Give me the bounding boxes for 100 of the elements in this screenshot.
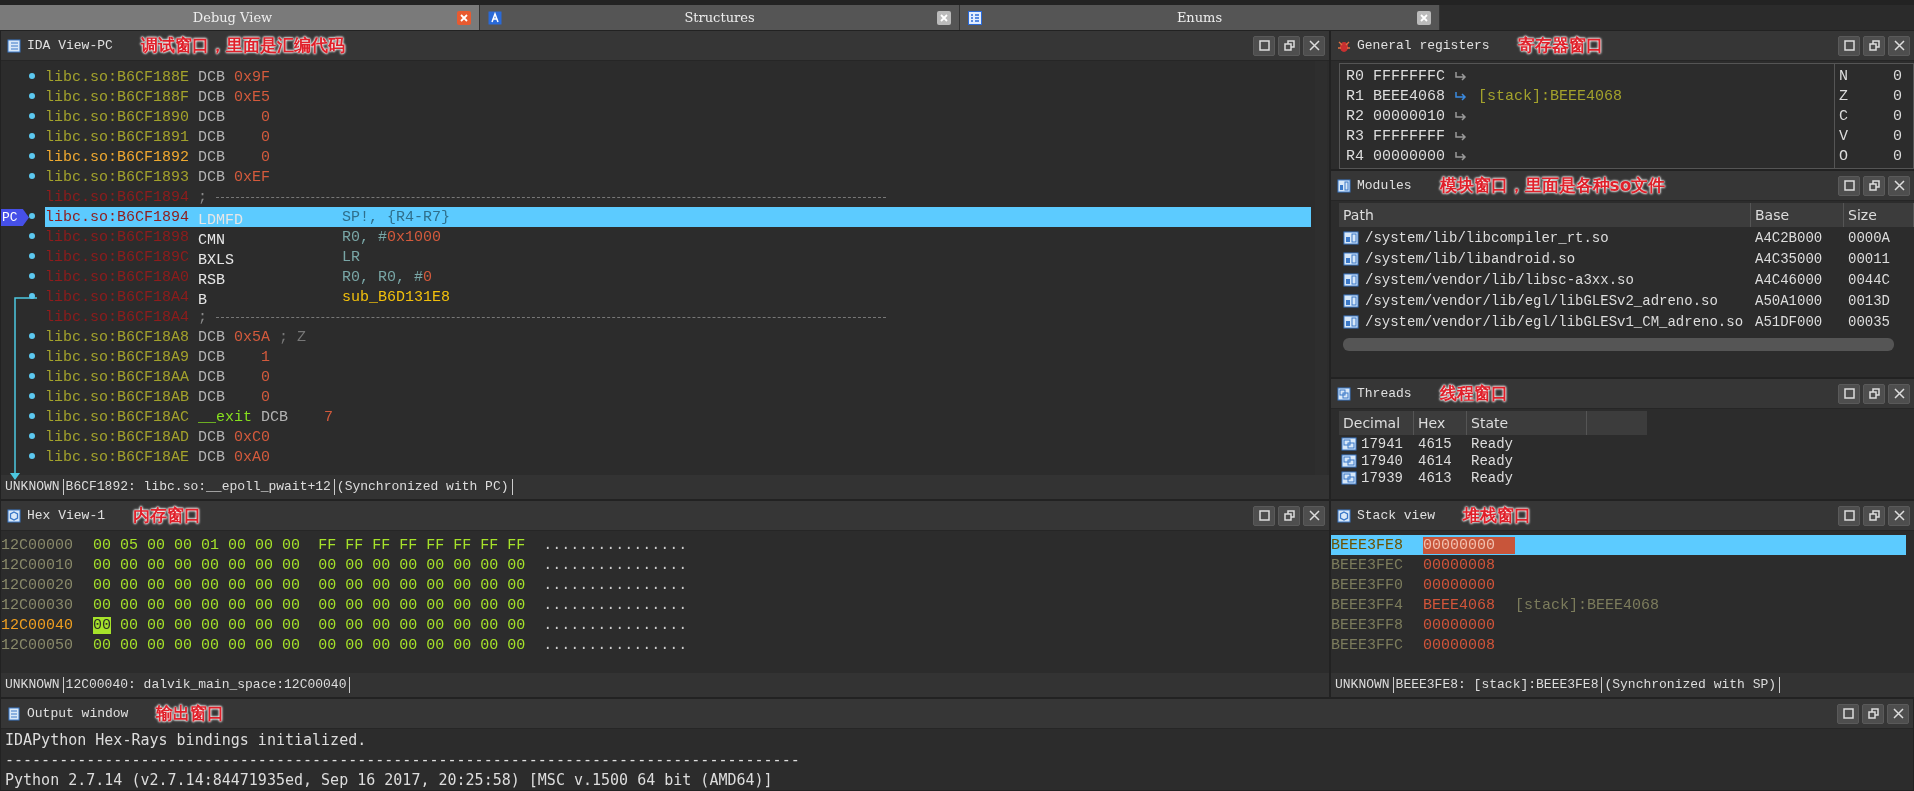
hex-byte[interactable]: 00 — [480, 576, 499, 594]
hex-byte[interactable]: 00 — [93, 536, 111, 554]
hex-byte[interactable]: 00 — [372, 616, 391, 634]
hex-byte[interactable]: FF — [507, 536, 526, 554]
close-button[interactable] — [1888, 505, 1910, 526]
hex-byte[interactable]: 00 — [120, 596, 139, 614]
hex-byte[interactable]: 00 — [120, 576, 139, 594]
hex-byte[interactable]: 00 — [147, 616, 166, 634]
close-button[interactable] — [1888, 175, 1910, 196]
hex-byte[interactable]: 00 — [93, 556, 111, 574]
restore-button[interactable] — [1863, 175, 1885, 196]
hex-byte[interactable]: 00 — [507, 576, 526, 594]
hex-byte[interactable]: 00 — [318, 576, 337, 594]
hex-byte[interactable]: 00 — [120, 636, 139, 654]
hex-byte[interactable]: 00 — [201, 576, 220, 594]
hex-byte[interactable]: 00 — [507, 596, 526, 614]
maximize-button[interactable] — [1838, 175, 1860, 196]
code-line[interactable]: libc.so:B6CF18AB DCB 0 — [45, 387, 1311, 407]
hex-byte[interactable]: 00 — [453, 556, 472, 574]
hex-byte[interactable]: 00 — [318, 556, 337, 574]
hex-byte[interactable]: 00 — [201, 596, 220, 614]
hex-byte[interactable]: 00 — [372, 556, 391, 574]
hex-byte[interactable]: 00 — [228, 536, 247, 554]
hex-byte[interactable]: 00 — [201, 636, 220, 654]
column-header[interactable]: Base — [1751, 203, 1844, 227]
hex-byte[interactable]: 00 — [174, 556, 193, 574]
hex-byte[interactable]: 00 — [147, 536, 166, 554]
hex-byte[interactable]: 00 — [318, 616, 337, 634]
maximize-button[interactable] — [1253, 35, 1275, 56]
close-button[interactable] — [1303, 505, 1325, 526]
hex-byte[interactable]: 00 — [480, 616, 499, 634]
hex-byte[interactable]: 00 — [372, 636, 391, 654]
code-line[interactable]: libc.so:B6CF1891 DCB 0 — [45, 127, 1311, 147]
close-button[interactable] — [1303, 35, 1325, 56]
hex-byte[interactable]: 00 — [282, 576, 301, 594]
hex-byte[interactable]: 01 — [201, 536, 220, 554]
hex-byte[interactable]: 00 — [480, 596, 499, 614]
close-button[interactable] — [1887, 703, 1909, 724]
hex-byte[interactable]: 00 — [453, 596, 472, 614]
code-line[interactable]: libc.so:B6CF18AD DCB 0xC0 — [45, 427, 1311, 447]
hex-byte[interactable]: 00 — [255, 636, 274, 654]
hex-byte[interactable]: 00 — [507, 636, 526, 654]
code-line[interactable]: libc.so:B6CF1890 DCB 0 — [45, 107, 1311, 127]
hex-byte[interactable]: 00 — [228, 576, 247, 594]
hex-byte[interactable]: 00 — [345, 556, 364, 574]
code-line[interactable]: libc.so:B6CF18AE DCB 0xA0 — [45, 447, 1311, 467]
code-line[interactable]: libc.so:B6CF1892 DCB 0 — [45, 147, 1311, 167]
hex-byte[interactable]: 00 — [453, 576, 472, 594]
column-header[interactable]: Size — [1844, 203, 1914, 227]
hex-byte[interactable]: 00 — [426, 556, 445, 574]
hex-byte[interactable]: 00 — [399, 596, 418, 614]
hex-byte[interactable]: 00 — [147, 576, 166, 594]
hex-byte[interactable]: FF — [399, 536, 418, 554]
maximize-button[interactable] — [1837, 703, 1859, 724]
code-line[interactable]: libc.so:B6CF188E DCB 0x9F — [45, 67, 1311, 87]
maximize-button[interactable] — [1253, 505, 1275, 526]
code-line[interactable]: libc.so:B6CF1898 CMN R0, #0x1000 — [45, 227, 1311, 247]
hex-byte[interactable]: 00 — [399, 556, 418, 574]
stack-row[interactable]: BEEE3FE8 00000000 — [1331, 535, 1906, 555]
hex-byte[interactable]: 00 — [147, 556, 166, 574]
hex-byte[interactable]: 00 — [453, 616, 472, 634]
column-header[interactable]: Decimal — [1339, 411, 1414, 435]
hex-byte[interactable]: FF — [345, 536, 364, 554]
tab[interactable]: Enums — [960, 5, 1440, 30]
jump-arrow-icon[interactable] — [1454, 111, 1468, 121]
close-button[interactable] — [1888, 383, 1910, 404]
hex-byte[interactable]: 00 — [174, 616, 193, 634]
hex-byte[interactable]: 00 — [480, 636, 499, 654]
code-line[interactable]: libc.so:B6CF1893 DCB 0xEF — [45, 167, 1311, 187]
hex-byte[interactable]: 00 — [120, 616, 139, 634]
hex-byte[interactable]: 00 — [282, 616, 301, 634]
jump-arrow-icon[interactable] — [1454, 91, 1468, 101]
hex-byte[interactable]: 00 — [507, 556, 526, 574]
hex-byte[interactable]: 00 — [480, 556, 499, 574]
hex-byte[interactable]: FF — [453, 536, 472, 554]
hex-byte[interactable]: 00 — [228, 636, 247, 654]
hex-byte[interactable]: 00 — [147, 636, 166, 654]
hex-byte[interactable]: FF — [426, 536, 445, 554]
restore-button[interactable] — [1863, 383, 1885, 404]
hex-byte[interactable]: 00 — [174, 636, 193, 654]
code-line[interactable]: libc.so:B6CF18AA DCB 0 — [45, 367, 1311, 387]
hex-byte[interactable]: 00 — [426, 596, 445, 614]
hex-byte[interactable]: 00 — [255, 596, 274, 614]
hex-byte[interactable]: 00 — [174, 596, 193, 614]
hex-byte[interactable]: 00 — [507, 616, 526, 634]
jump-arrow-icon[interactable] — [1454, 151, 1468, 161]
hex-byte[interactable]: 00 — [399, 636, 418, 654]
tab[interactable]: Debug View — [0, 5, 480, 30]
hex-byte[interactable]: 00 — [93, 576, 111, 594]
hex-byte[interactable]: 00 — [93, 616, 111, 634]
close-button[interactable] — [1888, 35, 1910, 56]
hex-byte[interactable]: 00 — [174, 576, 193, 594]
hex-byte[interactable]: 00 — [228, 596, 247, 614]
maximize-button[interactable] — [1838, 383, 1860, 404]
hex-byte[interactable]: 00 — [174, 536, 193, 554]
hex-byte[interactable]: 00 — [201, 556, 220, 574]
hex-byte[interactable]: 00 — [426, 636, 445, 654]
hex-byte[interactable]: FF — [480, 536, 499, 554]
column-header[interactable]: Hex — [1414, 411, 1467, 435]
maximize-button[interactable] — [1838, 35, 1860, 56]
